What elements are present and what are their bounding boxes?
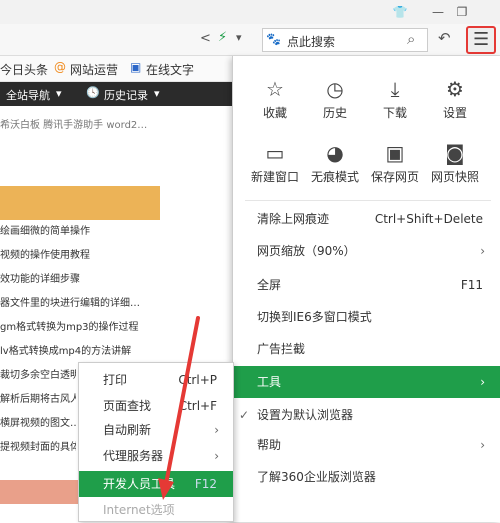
zoom-item[interactable]: 网页缩放（90%） › <box>233 236 500 266</box>
check-icon: ✓ <box>239 408 250 422</box>
bookmark-item[interactable]: 在线文字 <box>146 61 194 78</box>
window-icon: ▭ <box>265 141 285 165</box>
star-icon: ☆ <box>266 77 284 101</box>
hot-links[interactable]: 希沃白板 腾讯手游助手 word2… <box>0 116 232 136</box>
divider <box>245 200 491 201</box>
bookmarks-bar: 今日头条 @ 网站运营 ▣ 在线文字 <box>0 56 232 82</box>
download-button[interactable]: ⤓ 下载 <box>363 74 427 134</box>
incognito-button[interactable]: ◕ 无痕模式 <box>303 138 367 198</box>
save-page-button[interactable]: ▣ 保存网页 <box>363 138 427 198</box>
hamburger-icon: ☰ <box>473 29 490 50</box>
camera-icon: ◙ <box>445 141 465 165</box>
section-header-bar <box>0 186 160 220</box>
snapshot-button[interactable]: ◙ 网页快照 <box>423 138 487 198</box>
title-bar: 👕 — ❐ <box>0 0 500 24</box>
chevron-down-icon: ▾ <box>154 87 160 100</box>
restore-button[interactable]: ❐ <box>452 2 472 22</box>
banner-strip <box>0 480 78 504</box>
internet-options-item[interactable]: Internet选项 <box>79 497 233 523</box>
clear-history-item[interactable]: 清除上网痕迹 Ctrl+Shift+Delete <box>233 204 500 234</box>
find-item[interactable]: 页面查找 Ctrl+F <box>79 393 233 419</box>
main-menu-button[interactable]: ☰ <box>466 26 496 54</box>
list-item[interactable]: 解析后期将古风人… <box>0 390 76 405</box>
dropdown-icon[interactable]: ▾ <box>236 31 242 44</box>
bookmark-icon: ▣ <box>130 60 142 74</box>
list-item[interactable]: 效功能的详细步骤 <box>0 270 160 285</box>
help-item[interactable]: 帮助 › <box>233 430 500 460</box>
share-icon[interactable]: < <box>200 31 211 46</box>
skin-icon[interactable]: 👕 <box>390 2 410 22</box>
list-item[interactable]: gm格式转换为mp3的操作过程 <box>0 318 160 333</box>
list-item[interactable]: 横屏视频的图文… <box>0 414 76 429</box>
gear-icon: ⚙ <box>446 77 464 101</box>
history-link[interactable]: 历史记录 <box>104 87 148 103</box>
chevron-right-icon: › <box>214 423 219 437</box>
favorites-button[interactable]: ☆ 收藏 <box>243 74 307 134</box>
chevron-down-icon: ▾ <box>56 87 62 100</box>
print-item[interactable]: 打印 Ctrl+P <box>79 367 233 393</box>
enterprise-item[interactable]: 了解360企业版浏览器 <box>233 462 500 492</box>
list-item[interactable]: lv格式转换成mp4的方法讲解 <box>0 342 160 357</box>
bookmark-item[interactable]: 网站运营 <box>70 61 118 78</box>
search-box[interactable]: 🐾 点此搜索 ⌕ <box>262 28 428 52</box>
tools-submenu: 打印 Ctrl+P 页面查找 Ctrl+F 自动刷新 › 代理服务器 › 开发人员工具 F… <box>78 362 234 522</box>
mask-icon: ◕ <box>326 141 344 165</box>
minimize-button[interactable]: — <box>428 2 448 22</box>
list-item[interactable]: 绘画细微的简单操作 <box>0 222 160 237</box>
bookmark-item[interactable]: 今日头条 <box>0 61 48 78</box>
list-item[interactable]: 提视频封面的具体… <box>0 438 76 453</box>
toolbar: < ⚡ ▾ 🐾 点此搜索 ⌕ ↶ ☰ <box>0 24 500 56</box>
dev-tools-item[interactable]: 开发人员工具 F12 <box>79 471 233 497</box>
chevron-right-icon: › <box>480 244 485 258</box>
download-icon: ⤓ <box>390 77 400 101</box>
lightning-icon[interactable]: ⚡ <box>218 30 227 45</box>
auto-refresh-item[interactable]: 自动刷新 › <box>79 417 233 443</box>
search-engine-icon[interactable]: 🐾 <box>266 32 281 46</box>
search-input[interactable]: 点此搜索 <box>287 33 335 50</box>
ie6-mode-item[interactable]: 切换到IE6多窗口模式 <box>233 302 500 332</box>
chevron-right-icon: › <box>480 438 485 452</box>
proxy-item[interactable]: 代理服务器 › <box>79 443 233 469</box>
chevron-right-icon: › <box>480 375 485 389</box>
site-nav-link[interactable]: 全站导航 <box>6 87 50 103</box>
list-item[interactable]: 裁切多余空白透明… <box>0 366 76 381</box>
list-item[interactable]: 器文件里的块进行编辑的详细… <box>0 294 160 309</box>
settings-button[interactable]: ⚙ 设置 <box>423 74 487 134</box>
new-window-button[interactable]: ▭ 新建窗口 <box>243 138 307 198</box>
save-icon: ▣ <box>385 141 405 165</box>
fullscreen-item[interactable]: 全屏 F11 <box>233 270 500 300</box>
site-nav-bar: 全站导航 ▾ 🕓 历史记录 ▾ <box>0 82 232 106</box>
history-button[interactable]: ◷ 历史 <box>303 74 367 134</box>
clock-icon: 🕓 <box>86 86 100 99</box>
default-browser-item[interactable]: ✓ 设置为默认浏览器 <box>233 400 500 430</box>
main-menu: ☆ 收藏 ◷ 历史 ⤓ 下载 ⚙ 设置 ▭ 新建窗口 ◕ 无痕模式 ▣ 保存网页 ◙ 网页快照 … <box>232 56 500 522</box>
list-item[interactable]: 视频的操作使用教程 <box>0 246 160 261</box>
undo-icon[interactable]: ↶ <box>438 29 451 47</box>
bookmark-icon: @ <box>54 60 66 74</box>
chevron-right-icon: › <box>214 449 219 463</box>
search-icon[interactable]: ⌕ <box>407 30 415 48</box>
tools-item[interactable]: 工具 › <box>233 366 500 398</box>
ad-block-item[interactable]: 广告拦截 <box>233 334 500 364</box>
clock-icon: ◷ <box>326 77 344 101</box>
